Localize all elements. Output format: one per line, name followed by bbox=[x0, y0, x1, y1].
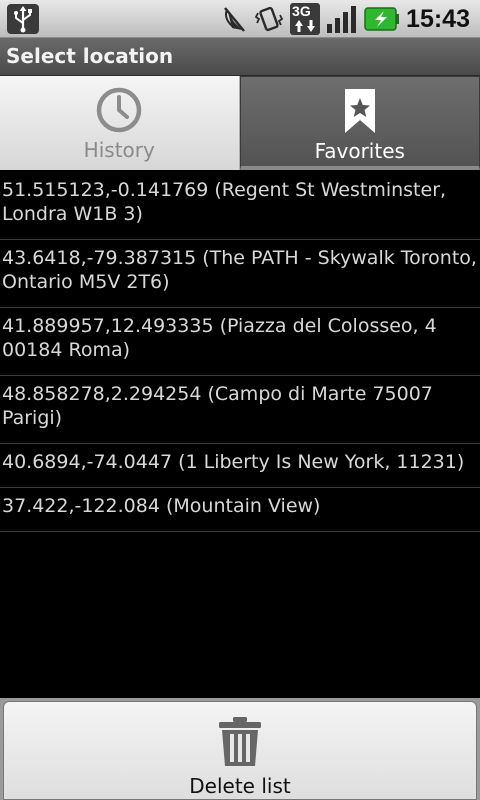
usb-icon bbox=[7, 4, 39, 34]
location-text: 40.6894,-74.0447 (1 Liberty Is New York,… bbox=[2, 451, 465, 473]
location-text: 51.515123,-0.141769 (Regent St Westminst… bbox=[2, 179, 447, 225]
delete-list-button[interactable]: Delete list bbox=[3, 701, 477, 800]
screen: 3G 15:43 Select location History Favorit… bbox=[0, 0, 480, 800]
trash-icon bbox=[219, 717, 261, 766]
tab-favorites[interactable]: Favorites bbox=[239, 76, 480, 170]
tab-favorites-label: Favorites bbox=[314, 139, 405, 163]
tab-bar: History Favorites bbox=[0, 76, 480, 170]
bookmark-star-icon bbox=[344, 89, 375, 133]
list-item[interactable]: 48.858278,2.294254 (Campo di Marte 75007… bbox=[0, 376, 480, 444]
page-title: Select location bbox=[6, 44, 174, 68]
delete-list-label: Delete list bbox=[189, 774, 291, 798]
vibrate-icon bbox=[254, 6, 284, 32]
bottom-bar: Delete list bbox=[0, 698, 480, 800]
status-bar: 3G 15:43 bbox=[0, 0, 480, 38]
3g-data-icon: 3G bbox=[290, 3, 321, 35]
battery-charging-icon bbox=[364, 7, 400, 31]
status-icons: 3G 15:43 bbox=[216, 0, 470, 38]
location-text: 48.858278,2.294254 (Campo di Marte 75007… bbox=[2, 383, 433, 429]
list-item[interactable]: 40.6894,-74.0447 (1 Liberty Is New York,… bbox=[0, 444, 480, 488]
tab-history[interactable]: History bbox=[0, 76, 240, 170]
list-item[interactable]: 37.422,-122.084 (Mountain View) bbox=[0, 488, 480, 532]
status-time: 15:43 bbox=[406, 4, 470, 33]
network-type-label: 3G bbox=[292, 3, 311, 19]
title-bar: Select location bbox=[0, 38, 480, 76]
clock-icon bbox=[97, 87, 142, 133]
muted-icon bbox=[224, 7, 246, 32]
location-text: 37.422,-122.084 (Mountain View) bbox=[2, 495, 321, 517]
location-text: 43.6418,-79.387315 (The PATH - Skywalk T… bbox=[2, 247, 477, 293]
list-item[interactable]: 43.6418,-79.387315 (The PATH - Skywalk T… bbox=[0, 240, 480, 308]
signal-icon bbox=[327, 6, 357, 33]
list-item[interactable]: 41.889957,12.493335 (Piazza del Colosseo… bbox=[0, 308, 480, 376]
location-text: 41.889957,12.493335 (Piazza del Colosseo… bbox=[2, 315, 437, 361]
list-item[interactable]: 51.515123,-0.141769 (Regent St Westminst… bbox=[0, 172, 480, 240]
location-list: 51.515123,-0.141769 (Regent St Westminst… bbox=[0, 172, 480, 532]
tab-history-label: History bbox=[83, 138, 155, 162]
